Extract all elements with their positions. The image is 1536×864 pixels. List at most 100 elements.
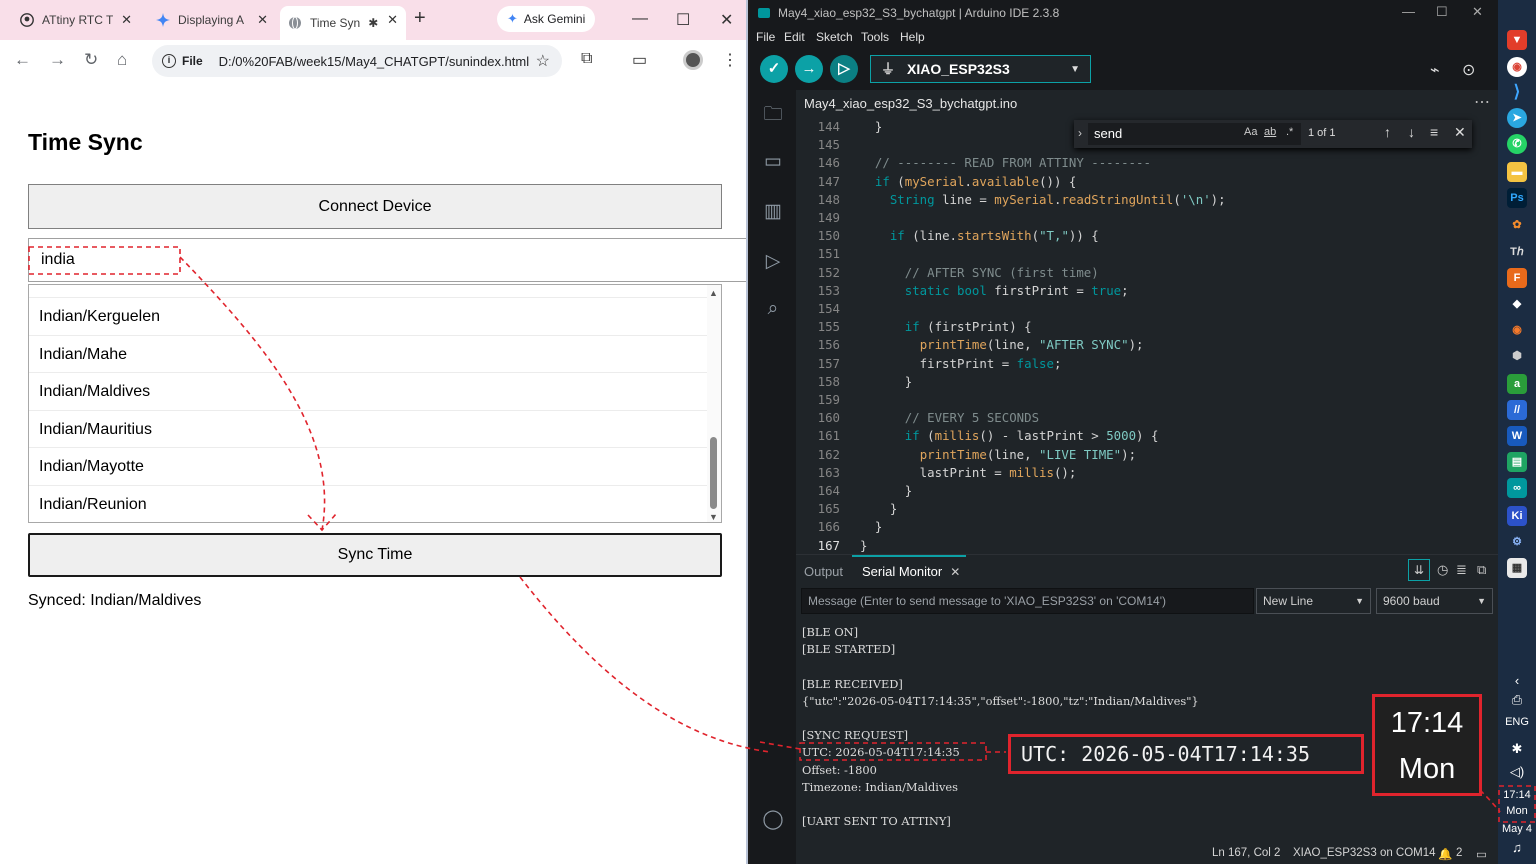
blender-icon[interactable]: ◉ bbox=[1507, 320, 1527, 340]
more-icon[interactable]: ⋯ bbox=[1474, 92, 1490, 112]
folder-icon[interactable]: 🗀 bbox=[762, 100, 784, 125]
notifications-icon[interactable]: 🔔 bbox=[1438, 847, 1452, 861]
menu-kebab-icon[interactable]: ⋮ bbox=[722, 50, 738, 70]
typography-icon[interactable]: Tℎ bbox=[1507, 242, 1527, 262]
whatsapp-icon[interactable]: ✆ bbox=[1507, 134, 1527, 154]
match-case-toggle[interactable]: Aa bbox=[1244, 126, 1257, 138]
code-editor[interactable]: 144 } 145 146 // -------- READ FROM ATTINY… bbox=[796, 118, 1498, 554]
arduino-icon[interactable]: ∞ bbox=[1507, 478, 1527, 498]
app-note-icon[interactable]: ▦ bbox=[1507, 558, 1527, 578]
maximize-icon[interactable]: ☐ bbox=[676, 10, 690, 30]
new-tab-button[interactable]: + bbox=[414, 7, 426, 30]
line-ending-select[interactable]: New Line ▼ bbox=[1256, 588, 1371, 614]
list-scrollbar[interactable]: ▲ ▼ bbox=[707, 285, 721, 522]
bluetooth-icon[interactable]: ✱ bbox=[1498, 741, 1536, 757]
scrollbar-thumb[interactable] bbox=[710, 437, 717, 509]
kicad-icon[interactable]: Ki bbox=[1507, 506, 1527, 526]
menu-edit[interactable]: Edit bbox=[784, 30, 805, 44]
scroll-down-icon[interactable]: ▼ bbox=[709, 512, 718, 522]
tab-time-sync[interactable]: Time Syn ✱ ✕ bbox=[280, 6, 406, 40]
cursor-position[interactable]: Ln 167, Col 2 bbox=[1212, 847, 1280, 859]
taskbar-date[interactable]: May 4 bbox=[1498, 823, 1536, 835]
menu-sketch[interactable]: Sketch bbox=[816, 30, 853, 44]
serial-message-input[interactable]: Message (Enter to send message to 'XIAO_… bbox=[801, 588, 1254, 614]
minimize-icon[interactable]: — bbox=[632, 10, 648, 28]
close-window-icon[interactable]: ✕ bbox=[720, 10, 733, 30]
app-f-icon[interactable]: F bbox=[1507, 268, 1527, 288]
timezone-search-input[interactable] bbox=[28, 238, 746, 282]
library-icon[interactable]: ▥ bbox=[762, 200, 784, 222]
connect-device-button[interactable]: Connect Device bbox=[28, 184, 722, 229]
previous-match-icon[interactable]: ↑ bbox=[1384, 124, 1391, 140]
info-icon[interactable]: i bbox=[162, 54, 176, 68]
close-tab-icon[interactable]: ✕ bbox=[387, 12, 398, 28]
upload-button[interactable]: → bbox=[795, 55, 823, 83]
serial-plotter-icon[interactable]: ⌁ bbox=[1430, 60, 1440, 80]
timezone-list[interactable]: Indian/Kerguelen Indian/Mahe Indian/Mald… bbox=[28, 284, 722, 523]
panel-toggle-icon[interactable]: ▭ bbox=[1476, 847, 1487, 861]
tab-attiny[interactable]: ATtiny RTC T ✕ bbox=[12, 6, 140, 34]
serial-monitor-icon[interactable]: ⊙ bbox=[1462, 60, 1475, 80]
chevron-right-icon[interactable]: › bbox=[1078, 126, 1082, 140]
sync-time-button[interactable]: Sync Time bbox=[28, 533, 722, 577]
scroll-up-icon[interactable]: ▲ bbox=[709, 288, 718, 298]
menu-help[interactable]: Help bbox=[900, 30, 925, 44]
editor-file-tab[interactable]: May4_xiao_esp32_S3_bychatgpt.ino ⋯ bbox=[796, 90, 1498, 118]
close-tab-icon[interactable]: ✕ bbox=[257, 12, 268, 28]
copy-icon[interactable]: ⧉ bbox=[1477, 562, 1486, 578]
close-tab-icon[interactable]: ✕ bbox=[121, 12, 132, 28]
board-selector[interactable]: ⏚ XIAO_ESP32S3 ▼ bbox=[870, 55, 1091, 83]
app-gear-icon[interactable]: ⚙ bbox=[1507, 532, 1527, 552]
ask-gemini-button[interactable]: ✦ Ask Gemini bbox=[497, 6, 596, 32]
back-icon[interactable]: ← bbox=[14, 50, 31, 70]
list-item[interactable]: Indian/Maldives bbox=[29, 372, 707, 409]
close-icon[interactable]: ✕ bbox=[1454, 124, 1466, 141]
network-icon[interactable]: ⎙ bbox=[1498, 692, 1536, 708]
home-icon[interactable]: ⌂ bbox=[117, 50, 127, 70]
paint-icon[interactable]: ✿ bbox=[1507, 215, 1527, 235]
list-item[interactable]: Indian/Kerguelen bbox=[29, 297, 707, 334]
notification-bell-icon[interactable]: ♫ bbox=[1498, 840, 1536, 855]
verify-button[interactable]: ✓ bbox=[760, 55, 788, 83]
debug-button[interactable]: ▷ bbox=[830, 55, 858, 83]
url-text[interactable]: D:/0%20FAB/week15/May4_CHATGPT/sunindex.… bbox=[219, 54, 529, 69]
tab-output[interactable]: Output bbox=[804, 564, 843, 579]
tab-serial-monitor[interactable]: Serial Monitor ✕ bbox=[862, 564, 960, 579]
menu-file[interactable]: File bbox=[756, 30, 775, 44]
extensions-icon[interactable]: ⧉ bbox=[581, 50, 592, 68]
baud-rate-select[interactable]: 9600 baud ▼ bbox=[1376, 588, 1493, 614]
search-icon[interactable]: ⌕ bbox=[762, 298, 784, 320]
whole-word-toggle[interactable]: ab bbox=[1264, 126, 1276, 138]
app-hex-icon[interactable]: ⬢ bbox=[1507, 346, 1527, 366]
lens-icon[interactable]: ▭ bbox=[632, 50, 647, 70]
reload-icon[interactable]: ↻ bbox=[84, 50, 98, 70]
board-port-status[interactable]: XIAO_ESP32S3 on COM14 bbox=[1293, 847, 1436, 859]
taskbar-day[interactable]: Mon bbox=[1498, 805, 1536, 817]
sheets-icon[interactable]: ▤ bbox=[1507, 452, 1527, 472]
chevron-left-icon[interactable]: ‹ bbox=[1498, 673, 1536, 688]
language-indicator[interactable]: ENG bbox=[1498, 716, 1536, 728]
photoshop-icon[interactable]: Ps bbox=[1507, 188, 1527, 208]
profile-avatar[interactable] bbox=[683, 50, 703, 70]
brave-icon[interactable]: ▼ bbox=[1507, 30, 1527, 50]
menu-tools[interactable]: Tools bbox=[861, 30, 889, 44]
word-icon[interactable]: W bbox=[1507, 426, 1527, 446]
file-explorer-icon[interactable]: ▬ bbox=[1507, 162, 1527, 182]
regex-toggle[interactable]: .* bbox=[1286, 126, 1293, 138]
list-item[interactable]: Indian/Mauritius bbox=[29, 410, 707, 447]
boards-manager-icon[interactable]: ▭ bbox=[762, 150, 784, 172]
inkscape-icon[interactable]: ◆ bbox=[1507, 294, 1527, 314]
account-icon[interactable]: ◯ bbox=[762, 808, 784, 830]
clear-output-icon[interactable]: ≣ bbox=[1456, 562, 1467, 578]
autoscroll-icon[interactable]: ⇊ bbox=[1408, 559, 1430, 581]
app-a-icon[interactable]: a bbox=[1507, 374, 1527, 394]
timestamp-icon[interactable]: ◷ bbox=[1437, 562, 1448, 578]
list-item[interactable]: Indian/Mayotte bbox=[29, 447, 707, 484]
close-icon[interactable]: ✕ bbox=[950, 565, 960, 579]
tab-displaying[interactable]: Displaying A ✕ bbox=[148, 6, 276, 34]
volume-icon[interactable]: ◁) bbox=[1498, 764, 1536, 780]
address-bar[interactable]: i File D:/0%20FAB/week15/May4_CHATGPT/su… bbox=[152, 45, 562, 77]
app-stripe-icon[interactable]: // bbox=[1507, 400, 1527, 420]
next-match-icon[interactable]: ↓ bbox=[1408, 124, 1415, 140]
telegram-icon[interactable]: ➤ bbox=[1507, 108, 1527, 128]
